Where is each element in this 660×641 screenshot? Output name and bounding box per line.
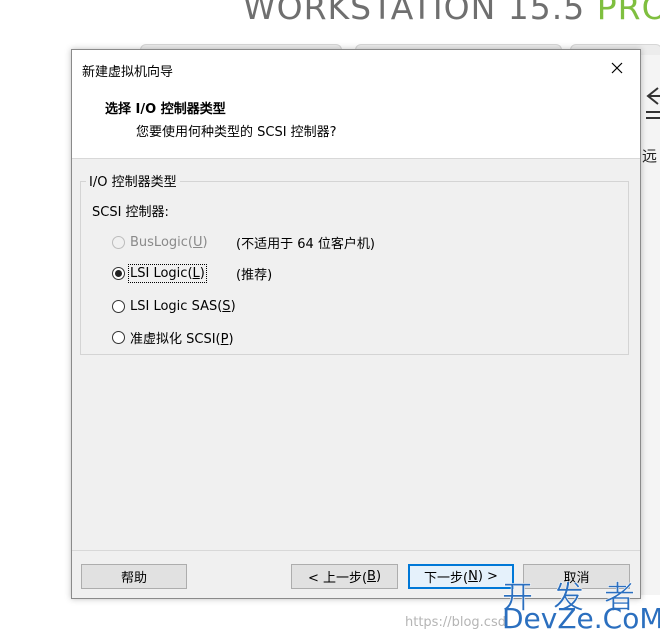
watermark-logo-en: DevZe.CoM (502, 602, 660, 635)
close-button[interactable] (594, 50, 640, 86)
page-subtitle: 您要使用何种类型的 SCSI 控制器? (136, 125, 337, 140)
radio-button[interactable] (112, 266, 125, 280)
back-button[interactable]: < 上一步(B) (291, 564, 398, 589)
arrow-left-icon (644, 84, 660, 124)
wizard-header: 选择 I/O 控制器类型 您要使用何种类型的 SCSI 控制器? (72, 86, 640, 159)
background-panel (640, 55, 660, 595)
brand-pro: PRO (596, 0, 660, 27)
radio-label: 准虚拟化 SCSI(P) (130, 331, 234, 347)
brand-main: WORKSTATION 15.5 (243, 0, 586, 27)
button-separator (72, 550, 640, 551)
help-button[interactable]: 帮助 (81, 564, 187, 589)
watermark-url: https://blog.csd (405, 615, 506, 630)
new-vm-wizard-dialog: 新建虚拟机向导 选择 I/O 控制器类型 您要使用何种类型的 SCSI 控制器?… (71, 49, 641, 599)
radio-button[interactable] (112, 299, 125, 313)
radio-note: (不适用于 64 位客户机) (236, 237, 375, 252)
watermark-logo: 开发者 DevZe.CoM (502, 572, 660, 638)
vmware-brand-title: WORKSTATION 15.5 PRO (243, 0, 660, 27)
dialog-titlebar[interactable]: 新建虚拟机向导 (72, 50, 640, 86)
radio-buslogic[interactable]: BusLogic(U) (112, 232, 208, 252)
radio-lsi-logic-sas[interactable]: LSI Logic SAS(S) (112, 296, 236, 316)
scsi-controller-label: SCSI 控制器: (92, 205, 169, 220)
radio-button[interactable] (112, 330, 125, 344)
background-side-text: 远 (642, 147, 658, 165)
dialog-title: 新建虚拟机向导 (82, 65, 174, 80)
close-icon (611, 62, 623, 74)
radio-button[interactable] (112, 235, 125, 249)
radio-lsi-logic[interactable]: LSI Logic(L) (112, 263, 207, 283)
radio-label: LSI Logic SAS(S) (130, 298, 236, 314)
next-button[interactable]: 下一步(N) > (408, 564, 514, 589)
page-title: 选择 I/O 控制器类型 (105, 102, 226, 117)
screen: WORKSTATION 15.5 PRO 远 新建虚拟机向导 选择 I/O 控制… (0, 0, 660, 641)
group-label: I/O 控制器类型 (86, 171, 180, 190)
radio-note: (推荐) (236, 268, 273, 283)
radio-label: BusLogic(U) (130, 234, 208, 250)
radio-label: LSI Logic(L) (128, 263, 207, 283)
radio-paravirtual-scsi[interactable]: 准虚拟化 SCSI(P) (112, 327, 234, 347)
